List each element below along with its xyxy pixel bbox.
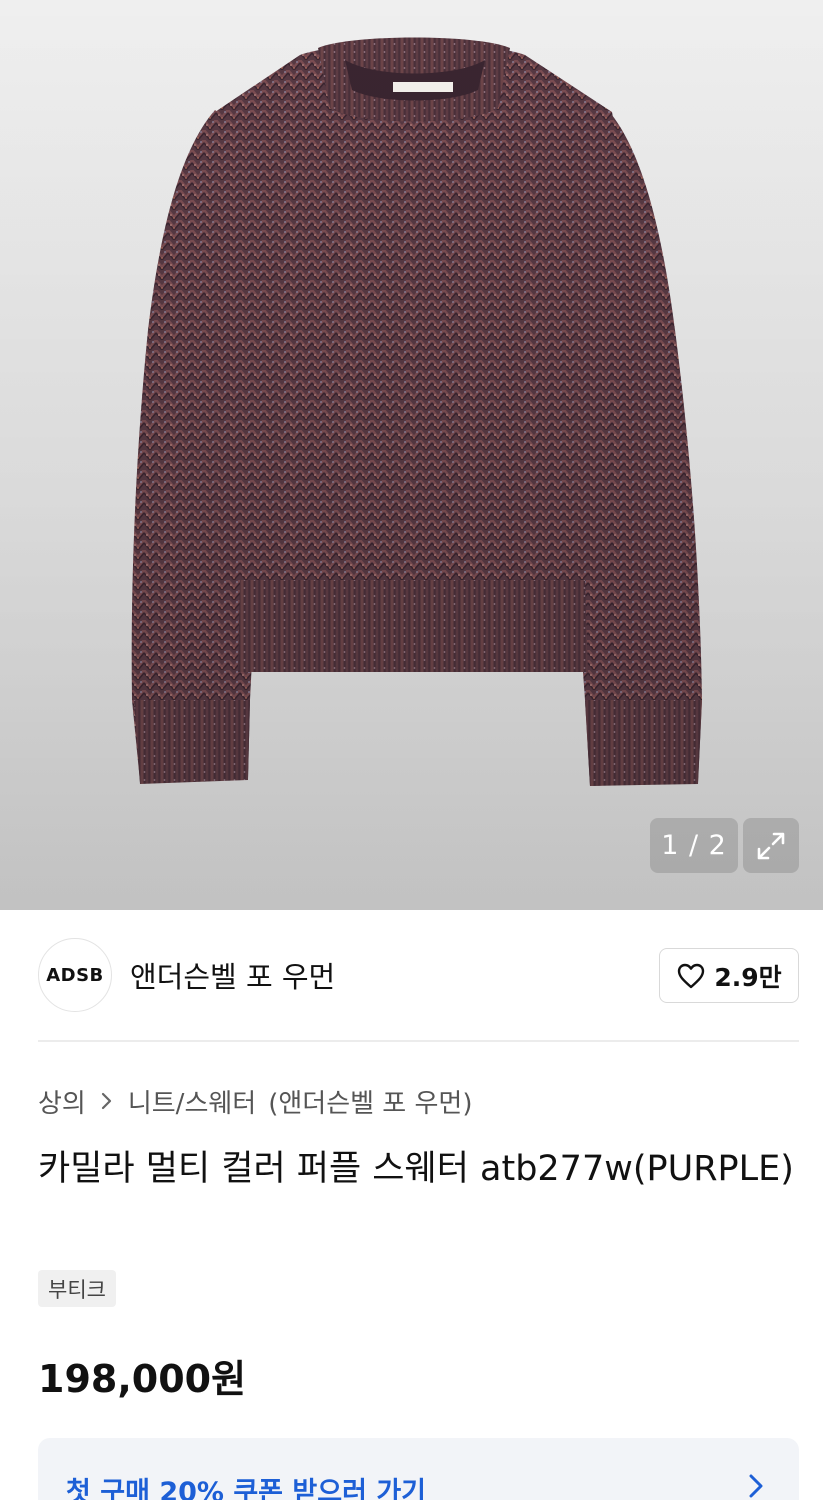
boutique-tag-label: 부티크 (48, 1277, 106, 1302)
brand-logo[interactable]: ADSB (38, 938, 112, 1012)
like-count: 2.9만 (714, 962, 782, 992)
boutique-tag: 부티크 (38, 1270, 116, 1307)
chevron-right-icon (100, 1091, 114, 1111)
page-counter-text: 1 / 2 (661, 830, 727, 861)
brand-name-link[interactable]: 앤더슨벨 포 우먼 (130, 954, 335, 996)
brand-logo-text: ADSB (46, 964, 104, 986)
product-price: 198,000원 (38, 1357, 247, 1401)
section-divider (38, 1040, 799, 1042)
product-title: 카밀라 멀티 컬러 퍼플 스웨터 atb277w(PURPLE) (38, 1149, 794, 1189)
brand-row: ADSB 앤더슨벨 포 우먼 2.9만 (38, 938, 799, 1012)
coupon-text: 첫 구매 20% 쿠폰 받으러 가기 (66, 1477, 427, 1500)
product-image-gallery[interactable]: 1 / 2 (0, 0, 823, 910)
chevron-right-icon (747, 1472, 765, 1500)
heart-outline-icon (678, 963, 705, 988)
breadcrumb: 상의 니트/스웨터 (앤더슨벨 포 우먼) (38, 1082, 472, 1120)
breadcrumb-brand[interactable]: (앤더슨벨 포 우먼) (268, 1083, 472, 1120)
breadcrumb-subcategory[interactable]: 니트/스웨터 (128, 1083, 256, 1120)
like-button[interactable]: 2.9만 (659, 948, 799, 1003)
image-page-counter: 1 / 2 (650, 818, 738, 873)
breadcrumb-category[interactable]: 상의 (38, 1083, 86, 1120)
product-photo-sweater (0, 0, 823, 910)
first-purchase-coupon-banner[interactable]: 첫 구매 20% 쿠폰 받으러 가기 (38, 1438, 799, 1500)
expand-icon (757, 832, 785, 859)
expand-image-button[interactable] (743, 818, 799, 873)
